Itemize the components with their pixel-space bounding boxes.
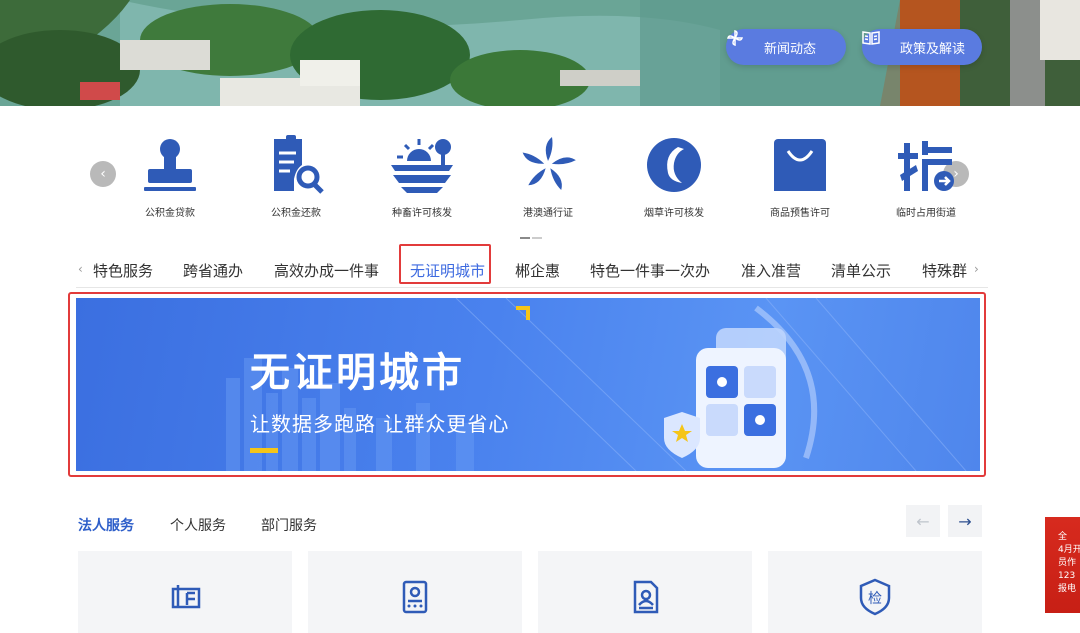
tabs-next-arrow[interactable]: › [974,262,979,276]
shopping-bag-icon [767,134,833,196]
open-book-icon [862,31,892,56]
category-tabs: ‹ 特色服务 跨省通办 高效办成一件事 无证明城市 郴企惠 特色一件事一次办 准… [76,252,988,288]
news-label: 新闻动态 [764,41,817,57]
service-item-tobacco-license[interactable]: 烟草许可核发 [619,134,729,226]
tab-one-thing-efficiently[interactable]: 高效办成一件事 [274,260,379,281]
tab-special-groups[interactable]: 特殊群 [922,260,967,281]
service-item-livestock-license[interactable]: 种畜许可核发 [367,134,477,226]
services-next-button[interactable]: → [948,505,982,537]
news-button[interactable]: 新闻动态 [726,29,846,65]
tab-list-publicity[interactable]: 清单公示 [831,260,891,281]
inspection-shield-icon: 检 [855,577,895,617]
services-prev-button[interactable]: ← [906,505,940,537]
banner-highlight-frame: 无证明城市 让数据多跑路 让群众更省心 [68,292,986,477]
banner-subtitle: 让数据多跑路 让群众更省心 [250,412,510,436]
tobacco-leaf-icon [641,134,707,196]
service-item-provident-repay[interactable]: 公积金还款 [241,134,351,226]
tab-cross-province[interactable]: 跨省通办 [183,260,243,281]
floating-notice[interactable]: 全 4月开 员作 123 报电 [1045,517,1080,613]
pinwheel-icon [727,30,756,56]
service-item-provident-loan[interactable]: 公积金贷款 [115,134,225,226]
arrow-right-icon: → [958,511,972,531]
tab-featured-one-stop[interactable]: 特色一件事一次办 [590,260,710,281]
service-card[interactable] [308,551,522,633]
banner-accent-bar [250,448,278,453]
bauhinia-icon [515,134,581,196]
hero-banner: 新闻动态 政策及解读 [0,0,1080,106]
service-item-presale-permit[interactable]: 商品预售许可 [745,134,855,226]
tab-department-services[interactable]: 部门服务 [261,515,317,535]
service-item-street-occupation[interactable]: 临时占用街道 [871,134,981,226]
tab-personal-services[interactable]: 个人服务 [170,515,226,535]
banner-illustration [226,298,967,471]
banner-title: 无证明城市 [250,350,465,396]
stamp-icon [137,134,203,196]
service-item-hk-macau-permit[interactable]: 港澳通行证 [493,134,603,226]
tab-certificate-free-city[interactable]: 无证明城市 [410,260,485,281]
carousel-indicator [520,224,544,239]
service-card[interactable] [538,551,752,633]
svg-text:检: 检 [868,591,882,607]
carousel-prev-button[interactable]: ‹ [90,161,116,187]
road-occupation-icon [893,134,959,196]
tab-access-operation[interactable]: 准入准营 [741,260,801,281]
tabs-prev-arrow[interactable]: ‹ [78,262,83,276]
business-license-icon [165,577,205,617]
tab-legal-person-services[interactable]: 法人服务 [78,515,134,535]
document-search-icon [263,134,329,196]
policy-button[interactable]: 政策及解读 [862,29,982,65]
service-carousel: ‹ › 公积金贷款 公积金还款 种畜许可核发 港澳通行证 烟草许可核发 商品预售… [88,128,972,239]
tab-featured-services[interactable]: 特色服务 [93,260,153,281]
arrow-left-icon: ← [916,511,930,531]
tab-chenzhou-enterprise[interactable]: 郴企惠 [515,260,560,281]
certificate-free-city-banner[interactable]: 无证明城市 让数据多跑路 让群众更省心 [76,298,980,471]
id-certificate-icon [395,577,435,617]
service-card[interactable]: 检 [768,551,982,633]
policy-label: 政策及解读 [900,41,966,57]
farmland-sunrise-icon [389,134,455,196]
personnel-document-icon [625,577,665,617]
service-card[interactable] [78,551,292,633]
